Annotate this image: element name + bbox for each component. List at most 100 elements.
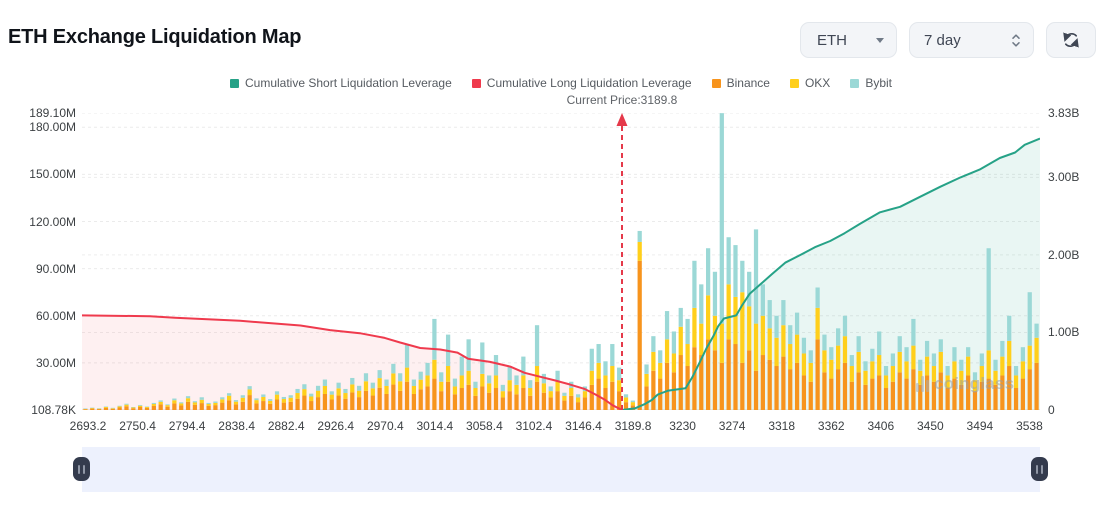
bar-stack[interactable] [555,370,560,410]
bar-stack[interactable] [610,344,615,410]
bar-stack[interactable] [329,391,334,410]
bar-stack[interactable] [274,391,280,410]
bar-stack[interactable] [815,287,820,410]
bar-stack[interactable] [617,367,622,410]
bar-stack[interactable] [596,344,601,410]
bar-stack[interactable] [740,260,745,410]
bar-stack[interactable] [439,372,444,410]
bar-stack[interactable] [863,361,868,410]
bar-stack[interactable] [124,403,129,410]
bar-stack[interactable] [233,400,239,410]
bar-stack[interactable] [357,385,362,410]
bar-stack[interactable] [288,395,293,410]
bar-stack[interactable] [726,237,731,410]
bar-stack[interactable] [658,350,663,410]
bar-stack[interactable] [411,379,416,410]
bar-stack[interactable] [138,404,143,410]
bar-stack[interactable] [699,284,704,410]
bar-stack[interactable] [979,353,984,410]
bar-stack[interactable] [1000,340,1005,410]
timeframe-select[interactable]: 7 day [909,22,1034,58]
bar-stack[interactable] [302,384,307,410]
left-zoom-handle[interactable] [73,457,90,481]
bar-stack[interactable] [849,355,854,410]
bar-stack[interactable] [877,331,882,410]
bar-stack[interactable] [350,377,355,410]
bar-stack[interactable] [336,382,341,410]
bar-stack[interactable] [945,366,950,410]
bar-stack[interactable] [890,353,895,410]
bar-stack[interactable] [398,373,403,410]
bar-stack[interactable] [1013,366,1019,410]
bar-stack[interactable] [384,379,389,410]
bar-stack[interactable] [692,260,697,410]
bar-stack[interactable] [938,339,943,410]
bar-stack[interactable] [993,359,998,410]
bar-stack[interactable] [377,370,382,410]
bar-stack[interactable] [760,284,765,410]
bar-stack[interactable] [1020,347,1026,410]
bar-stack[interactable] [952,347,957,410]
bar-stack[interactable] [575,394,581,410]
bar-stack[interactable] [637,230,642,410]
bar-stack[interactable] [678,307,683,410]
bar-stack[interactable] [671,331,677,410]
bar-stack[interactable] [767,300,772,410]
bar-stack[interactable] [733,245,738,410]
bar-stack[interactable] [794,312,800,410]
bar-stack[interactable] [363,373,369,410]
bar-stack[interactable] [966,347,971,410]
bar-stack[interactable] [507,366,512,410]
symbol-select[interactable]: ETH [800,22,897,58]
bar-stack[interactable] [753,229,759,410]
bar-stack[interactable] [904,347,909,410]
bar-stack[interactable] [418,371,423,410]
bar-stack[interactable] [131,407,136,410]
bar-stack[interactable] [856,336,861,410]
bar-stack[interactable] [83,408,88,410]
bar-stack[interactable] [972,372,978,410]
bar-stack[interactable] [603,361,608,410]
bar-stack[interactable] [664,311,670,410]
bar-stack[interactable] [179,402,184,410]
bar-stack[interactable] [466,339,471,410]
bar-stack[interactable] [192,401,198,410]
bar-stack[interactable] [534,325,540,410]
bar-stack[interactable] [1027,292,1032,410]
bar-stack[interactable] [227,393,232,410]
bar-stack[interactable] [918,359,923,410]
bar-stack[interactable] [487,375,492,410]
bar-stack[interactable] [445,334,451,410]
bar-stack[interactable] [281,396,286,410]
bar-stack[interactable] [220,397,225,410]
bar-stack[interactable] [959,359,964,410]
bar-stack[interactable] [343,388,348,410]
bar-stack[interactable] [96,408,102,410]
bar-stack[interactable] [706,248,711,410]
bar-stack[interactable] [712,271,718,410]
bar-stack[interactable] [206,402,211,410]
bar-stack[interactable] [986,248,991,410]
bar-stack[interactable] [931,353,937,410]
bar-stack[interactable] [295,388,300,410]
bar-stack[interactable] [541,373,547,410]
bar-stack[interactable] [1034,323,1039,410]
bar-stack[interactable] [432,318,437,410]
bar-stack[interactable] [117,405,122,410]
bar-stack[interactable] [240,395,245,410]
bar-stack[interactable] [521,356,526,410]
bar-stack[interactable] [1007,315,1012,410]
bar-stack[interactable] [185,396,191,410]
bar-stack[interactable] [425,362,430,410]
bar-stack[interactable] [144,406,150,410]
bar-stack[interactable] [322,379,328,410]
right-zoom-handle[interactable] [1031,457,1048,481]
bar-stack[interactable] [897,336,902,410]
bar-stack[interactable] [528,380,533,410]
legend-item[interactable]: Cumulative Long Liquidation Leverage [471,76,692,90]
bar-stack[interactable] [842,315,848,410]
legend-item[interactable]: Bybit [850,76,892,90]
bar-stack[interactable] [808,350,813,410]
bar-stack[interactable] [261,394,266,410]
bar-stack[interactable] [452,378,458,410]
